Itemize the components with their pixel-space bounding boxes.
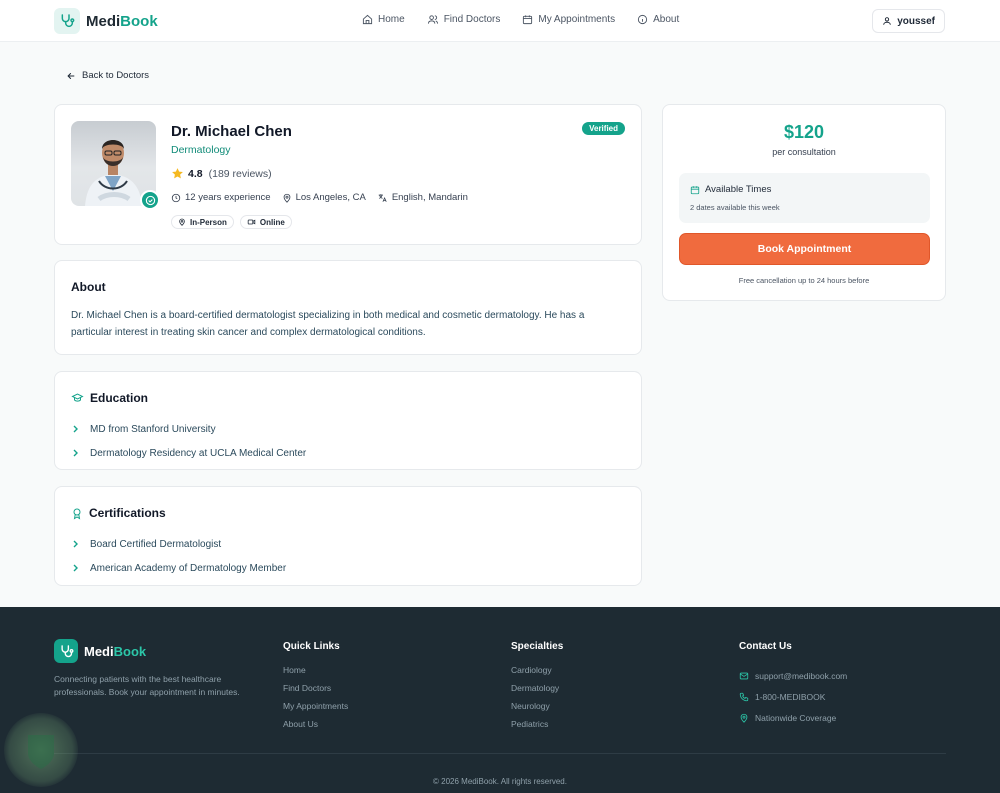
mail-icon: [739, 672, 749, 679]
map-pin-icon: [283, 193, 290, 203]
languages: English, Mandarin: [377, 192, 468, 203]
top-header: MediBook Home Find Doctors My Appointmen…: [0, 0, 1000, 42]
users-icon: [427, 15, 438, 24]
graduation-cap-icon: [71, 393, 84, 402]
brand-logo[interactable]: MediBook: [54, 8, 158, 34]
user-icon: [883, 17, 891, 25]
booking-card: $120 per consultation Available Times 2 …: [662, 104, 946, 301]
calendar-icon: [523, 15, 533, 25]
phone-icon: [739, 692, 749, 701]
available-times-panel[interactable]: Available Times 2 dates available this w…: [679, 173, 930, 223]
footer-quick-links: Quick Links Home Find Doctors My Appoint…: [283, 641, 348, 737]
doctor-profile-card: Dr. Michael Chen Dermatology 4.8 (189 re…: [54, 104, 642, 245]
nav-find-doctors[interactable]: Find Doctors: [427, 14, 500, 25]
experience: 12 years experience: [171, 192, 271, 203]
map-pin-icon: [740, 713, 748, 723]
footer-link-dermatology[interactable]: Dermatology: [511, 683, 563, 701]
map-pin-icon: [179, 218, 185, 226]
nav-home[interactable]: Home: [362, 14, 405, 25]
certifications-title: Certifications: [71, 506, 166, 520]
award-icon: [73, 508, 81, 520]
footer-contact: Contact Us support@medibook.com 1-800-ME…: [739, 641, 847, 728]
calendar-icon: [690, 185, 700, 194]
stethoscope-icon: [54, 8, 80, 34]
certifications-list: Board Certified Dermatologist American A…: [73, 532, 286, 580]
brand-name: MediBook: [86, 12, 158, 30]
nav-my-appointments[interactable]: My Appointments: [522, 14, 615, 25]
clock-icon: [171, 193, 181, 202]
footer-tagline: Connecting patients with the best health…: [54, 674, 240, 697]
main-nav: Home Find Doctors My Appointments About: [362, 14, 679, 25]
footer-link-neurology[interactable]: Neurology: [511, 701, 563, 719]
footer-link-cardiology[interactable]: Cardiology: [511, 665, 563, 683]
chevron-right-icon: [73, 564, 78, 572]
video-icon: [247, 219, 256, 225]
user-menu-button[interactable]: youssef: [872, 9, 945, 33]
list-item: American Academy of Dermatology Member: [73, 556, 286, 580]
footer-link-pediatrics[interactable]: Pediatrics: [511, 719, 563, 737]
education-title: Education: [71, 391, 148, 405]
info-icon: [638, 14, 648, 25]
footer-link-my-appointments[interactable]: My Appointments: [283, 701, 348, 719]
mode-chip-online: Online: [239, 215, 292, 229]
back-to-doctors-link[interactable]: Back to Doctors: [66, 70, 149, 81]
list-item: MD from Stanford University: [73, 417, 306, 441]
footer-divider: [54, 753, 946, 754]
doctor-rating: 4.8 (189 reviews): [171, 167, 272, 180]
chevron-right-icon: [73, 540, 78, 548]
footer-specialties: Specialties Cardiology Dermatology Neuro…: [511, 641, 563, 737]
certifications-card: Certifications Board Certified Dermatolo…: [54, 486, 642, 586]
home-icon: [362, 14, 373, 25]
footer-link-about-us[interactable]: About Us: [283, 719, 348, 737]
verified-badge: Verified: [582, 122, 625, 135]
chevron-right-icon: [73, 425, 78, 433]
footer-brand-name: MediBook: [84, 643, 147, 659]
mode-chip-in-person: In-Person: [171, 215, 234, 229]
education-list: MD from Stanford University Dermatology …: [73, 417, 306, 465]
about-text: Dr. Michael Chen is a board-certified de…: [71, 310, 585, 338]
about-title: About: [71, 280, 106, 294]
footer-link-find-doctors[interactable]: Find Doctors: [283, 683, 348, 701]
about-card: About Dr. Michael Chen is a board-certif…: [54, 260, 642, 355]
doctor-name: Dr. Michael Chen: [171, 123, 292, 140]
price-unit: per consultation: [772, 147, 836, 157]
star-icon: [172, 168, 183, 179]
doctor-specialty: Dermatology: [171, 144, 231, 156]
watermark-logo: [4, 713, 78, 787]
doctor-meta: 12 years experience Los Angeles, CA Engl…: [171, 192, 468, 203]
footer-email[interactable]: support@medibook.com: [739, 665, 847, 686]
footer-copyright: © 2026 MediBook. All rights reserved.: [433, 777, 567, 786]
footer-phone[interactable]: 1-800-MEDIBOOK: [739, 686, 847, 707]
chevron-right-icon: [73, 449, 78, 457]
arrow-left-icon: [67, 72, 75, 79]
nav-about[interactable]: About: [637, 14, 679, 25]
cancellation-note: Free cancellation up to 24 hours before: [738, 276, 870, 285]
education-card: Education MD from Stanford University De…: [54, 371, 642, 470]
available-times-title: Available Times: [690, 184, 771, 195]
list-item: Dermatology Residency at UCLA Medical Ce…: [73, 441, 306, 465]
footer-link-home[interactable]: Home: [283, 665, 348, 683]
location: Los Angeles, CA: [282, 192, 366, 203]
book-appointment-button[interactable]: Book Appointment: [679, 233, 930, 265]
footer-brand-logo[interactable]: MediBook: [54, 639, 146, 663]
language-icon: [378, 193, 387, 202]
verified-check-icon: [140, 190, 160, 210]
consult-modes: In-Person Online: [171, 215, 292, 229]
stethoscope-icon: [54, 639, 78, 663]
consultation-price: $120: [783, 122, 825, 142]
footer-coverage: Nationwide Coverage: [739, 707, 847, 728]
site-footer: MediBook Connecting patients with the be…: [0, 607, 1000, 793]
list-item: Board Certified Dermatologist: [73, 532, 286, 556]
available-times-subtitle: 2 dates available this week: [690, 203, 780, 212]
